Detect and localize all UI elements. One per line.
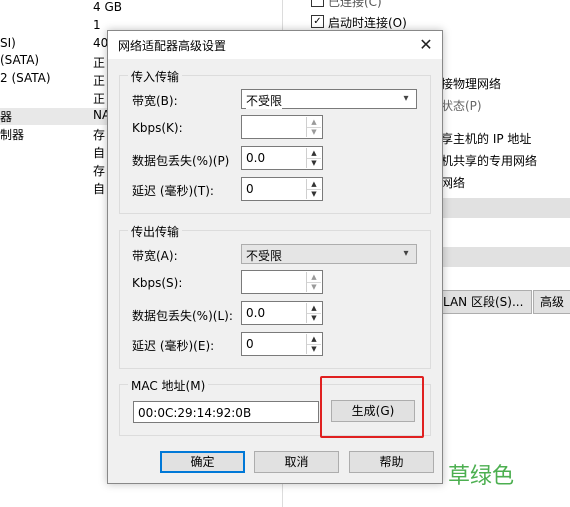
mac-address-value: 00:0C:29:14:92:0B [138,406,252,420]
bg-left-item: 2 (SATA) [0,71,51,85]
bg-mid-item: 正 [93,92,106,106]
bg-left-item: SI) [0,36,16,50]
spin-down-icon[interactable]: ▼ [307,344,321,354]
spin-down-icon[interactable]: ▼ [307,189,321,199]
bg-disabled-bar [441,198,570,218]
bg-disabled-bar [441,247,570,267]
spin-buttons: ▲ ▼ [306,179,321,199]
outgoing-kbps-label: Kbps(S): [132,276,183,290]
dialog-titlebar[interactable]: 网络适配器高级设置 ✕ [108,31,442,59]
outgoing-packet-loss-value: 0.0 [246,306,266,320]
ok-button[interactable]: 确定 [160,451,245,473]
spin-down-icon[interactable]: ▼ [307,127,321,137]
bg-mid-item: 40 [93,36,109,50]
outgoing-latency-value: 0 [246,337,254,351]
outgoing-kbps-stepper[interactable]: ▲ ▼ [241,270,323,294]
spin-buttons: ▲ ▼ [306,334,321,354]
bg-right-item[interactable]: 享主机的 IP 地址 [441,130,531,147]
incoming-kbps-label: Kbps(K): [132,121,183,135]
incoming-kbps-stepper[interactable]: ▲ ▼ [241,115,323,139]
outgoing-packet-loss-label: 数据包丢失(%)(L): [132,309,233,323]
outgoing-bandwidth-value: 不受限 [246,249,283,263]
outgoing-latency-stepper[interactable]: 0 ▲ ▼ [241,332,323,356]
outgoing-transfer-label: 传出传输 [128,223,183,240]
bg-autoconnect-label: 启动时连接(O) [328,16,407,30]
bg-mid-item: 4 GB [93,0,122,14]
bg-right-item[interactable]: 接物理网络 [441,75,501,92]
bg-autoconnect-checkbox[interactable]: ✓ [311,15,324,28]
mac-address-label: MAC 地址(M) [128,377,209,394]
incoming-packet-loss-value: 0.0 [246,151,266,165]
bg-mid-item: 正 [93,56,106,70]
bg-mid-item: 1 [93,18,101,32]
bg-right-item[interactable]: 状态(P) [441,97,482,114]
bg-lan-segment-button[interactable]: LAN 区段(S)... [436,290,532,314]
bg-right-item[interactable]: 网络 [441,174,465,191]
bg-right-item[interactable]: 机共享的专用网络 [441,152,537,169]
spin-buttons: ▲ ▼ [306,148,321,168]
incoming-bandwidth-select[interactable]: 不受限 ▾ [241,89,417,109]
bg-connected-checkbox[interactable] [311,0,324,7]
dialog-title: 网络适配器高级设置 [118,39,227,53]
outgoing-packet-loss-stepper[interactable]: 0.0 ▲ ▼ [241,301,323,325]
bg-mid-item: 存 [93,164,106,178]
outgoing-bandwidth-label: 带宽(A): [132,249,178,263]
bg-mid-item: 正 [93,74,106,88]
incoming-packet-loss-label: 数据包丢失(%)(P) [132,154,230,168]
close-icon[interactable]: ✕ [414,33,438,57]
cancel-button[interactable]: 取消 [254,451,339,473]
spin-buttons: ▲ ▼ [306,303,321,323]
mac-address-field[interactable]: 00:0C:29:14:92:0B [133,401,319,423]
spin-down-icon[interactable]: ▼ [307,282,321,292]
outgoing-latency-label: 延迟 (毫秒)(E): [132,339,215,353]
bg-left-item: (SATA) [0,53,40,67]
incoming-latency-stepper[interactable]: 0 ▲ ▼ [241,177,323,201]
spin-down-icon[interactable]: ▼ [307,313,321,323]
bg-left-item-selected[interactable]: 器 [0,108,107,125]
incoming-latency-value: 0 [246,182,254,196]
incoming-bandwidth-value: 不受限 [246,92,283,109]
bg-mid-item: 自 [93,182,106,196]
help-button[interactable]: 帮助 [349,451,434,473]
annotation-text: 草绿色 [448,464,515,489]
bg-advanced-button[interactable]: 高级 [533,290,570,314]
incoming-transfer-label: 传入传输 [128,68,183,85]
chevron-down-icon: ▾ [403,93,409,104]
outgoing-bandwidth-select[interactable]: 不受限 ▾ [241,244,417,264]
bg-mid-item: 存 [93,128,106,142]
incoming-bandwidth-label: 带宽(B): [132,94,178,108]
highlight-box [320,376,424,438]
incoming-latency-label: 延迟 (毫秒)(T): [132,184,214,198]
bg-left-item: 制器 [0,128,25,142]
chevron-down-icon: ▾ [403,248,409,259]
bg-mid-item: 自 [93,146,106,160]
spin-buttons: ▲ ▼ [306,272,321,292]
bg-connected-label: 已连接(C) [328,0,382,9]
incoming-packet-loss-stepper[interactable]: 0.0 ▲ ▼ [241,146,323,170]
spin-buttons: ▲ ▼ [306,117,321,137]
spin-down-icon[interactable]: ▼ [307,158,321,168]
